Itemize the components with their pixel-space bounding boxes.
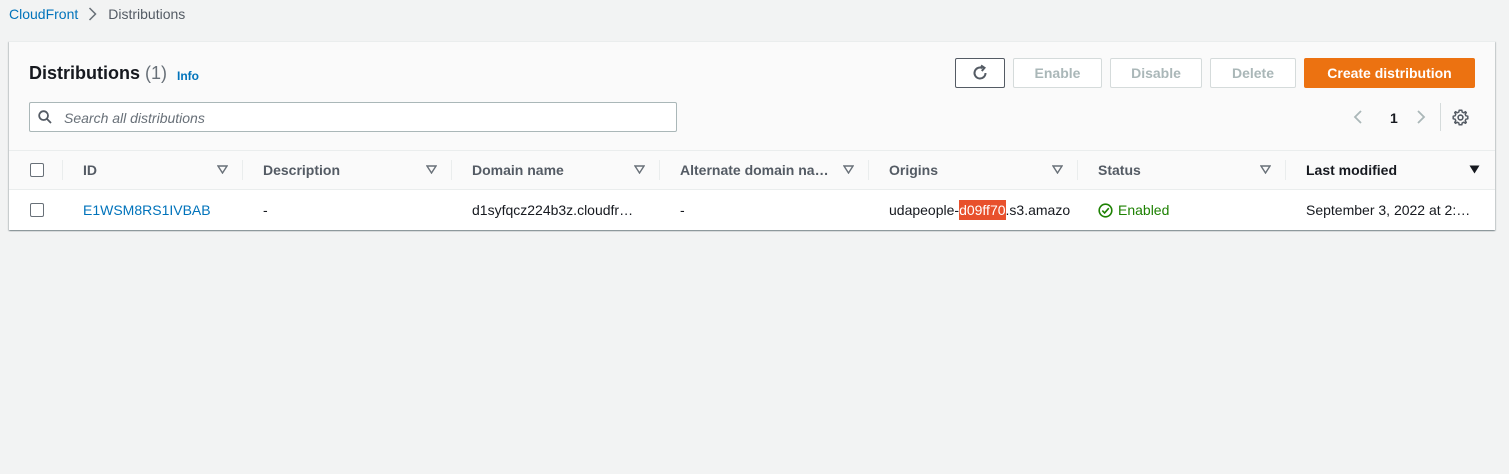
domain-name-cell: d1syfqcz224b3z.cloudfr… [472, 202, 634, 218]
breadcrumb: CloudFront Distributions [9, 5, 185, 23]
description-cell: - [263, 202, 268, 218]
column-header-origins[interactable]: Origins [889, 151, 938, 189]
column-divider [659, 160, 660, 180]
distributions-table-panel: Distributions (1) Info Enable Disable De… [9, 41, 1495, 230]
table-row: E1WSM8RS1IVBAB - d1syfqcz224b3z.cloudfr…… [9, 190, 1495, 230]
column-header-status[interactable]: Status [1098, 151, 1141, 189]
page-title: Distributions (1) [29, 63, 167, 84]
table-header: ID Description Domain name Alternate dom… [9, 151, 1495, 190]
column-header-last-modified[interactable]: Last modified [1306, 151, 1397, 189]
sort-descending-icon[interactable] [1469, 165, 1480, 174]
sort-icon[interactable] [634, 165, 645, 174]
create-distribution-button[interactable]: Create distribution [1304, 58, 1475, 88]
search-input[interactable] [62, 103, 666, 133]
page-number-1[interactable]: 1 [1390, 110, 1398, 126]
column-divider [242, 160, 243, 180]
next-page-icon[interactable] [1414, 109, 1428, 125]
distribution-id-link[interactable]: E1WSM8RS1IVBAB [83, 190, 211, 230]
enable-button[interactable]: Enable [1013, 58, 1102, 88]
previous-page-icon[interactable] [1351, 109, 1365, 125]
search-icon [38, 110, 52, 124]
info-link[interactable]: Info [177, 69, 199, 83]
disable-button[interactable]: Disable [1110, 58, 1202, 88]
check-circle-icon [1098, 202, 1113, 218]
status-text: Enabled [1118, 202, 1170, 218]
row-checkbox[interactable] [30, 203, 44, 217]
column-divider [868, 160, 869, 180]
origin-suffix: .s3.amazo [1005, 202, 1071, 218]
column-divider [1077, 160, 1078, 180]
column-header-alternate-domain-names[interactable]: Alternate domain na… [680, 151, 829, 189]
column-divider [62, 160, 63, 180]
select-all-checkbox[interactable] [30, 163, 44, 177]
search-box [29, 102, 677, 133]
panel-header: Distributions (1) Info Enable Disable De… [9, 42, 1495, 151]
sort-icon[interactable] [843, 165, 854, 174]
refresh-icon [973, 64, 987, 80]
origin-redacted: d09ff70 [959, 200, 1006, 220]
sort-icon[interactable] [1260, 165, 1271, 174]
page-title-text: Distributions [29, 63, 140, 83]
delete-button[interactable]: Delete [1210, 58, 1296, 88]
sort-icon[interactable] [1052, 165, 1063, 174]
alternate-domain-cell: - [680, 202, 685, 218]
column-divider [1285, 160, 1286, 180]
refresh-button[interactable] [955, 58, 1005, 88]
column-header-id[interactable]: ID [83, 151, 97, 189]
column-header-domain-name[interactable]: Domain name [472, 151, 564, 189]
status-cell: Enabled [1098, 190, 1169, 230]
gear-icon[interactable] [1452, 109, 1469, 126]
last-modified-cell: September 3, 2022 at 2:… [1306, 202, 1471, 218]
origins-cell: udapeople-d09ff70 .s3.amazo [889, 190, 1078, 230]
breadcrumb-cloudfront-link[interactable]: CloudFront [9, 6, 78, 22]
breadcrumb-current: Distributions [108, 6, 186, 22]
sort-icon[interactable] [426, 165, 437, 174]
chevron-right-icon [89, 7, 97, 21]
origin-prefix: udapeople- [889, 202, 960, 218]
sort-icon[interactable] [217, 165, 228, 174]
distribution-count: (1) [145, 63, 168, 83]
pagination-divider [1440, 103, 1441, 131]
column-header-description[interactable]: Description [263, 151, 340, 189]
status-badge: Enabled [1098, 202, 1169, 218]
column-divider [451, 160, 452, 180]
